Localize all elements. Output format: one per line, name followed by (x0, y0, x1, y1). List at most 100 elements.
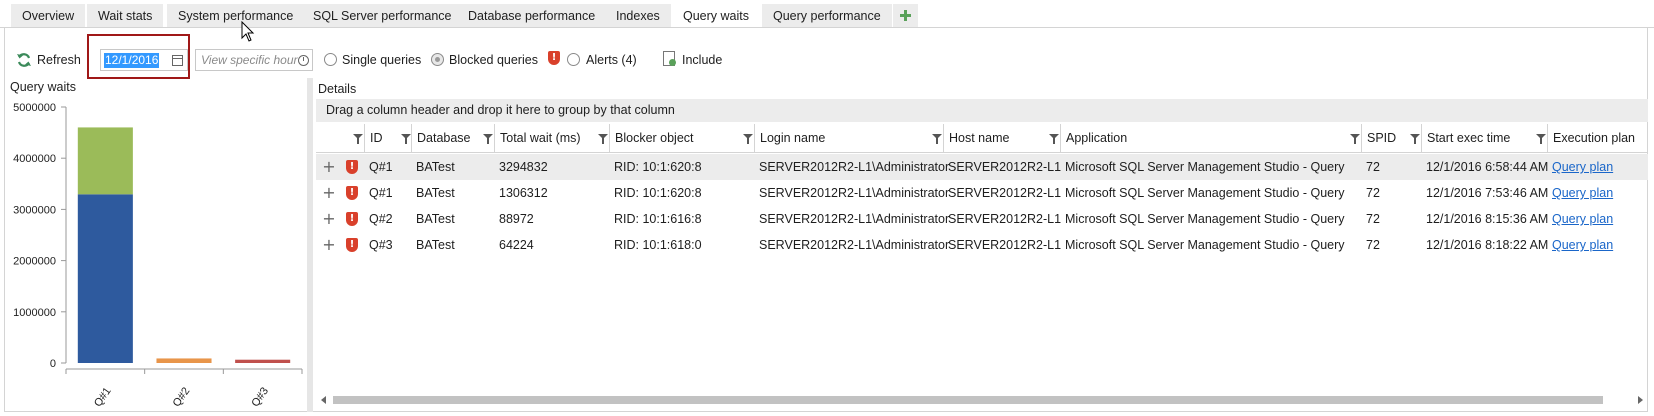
cell-plan: Query plan (1547, 232, 1613, 258)
alerts-label[interactable]: Alerts (4) (586, 50, 637, 70)
y-tick-label: 3000000 (13, 204, 56, 216)
tab-system-performance[interactable]: System performance (167, 4, 305, 27)
cell-application: Microsoft SQL Server Management Studio -… (1065, 160, 1345, 174)
table-row[interactable]: + Q#2 BATest 88972 RID: 10:1:616:8 SERVER2012… (316, 206, 1648, 232)
cell-total-wait: 64224 (499, 238, 534, 252)
column-header-spid[interactable]: SPID (1361, 124, 1421, 153)
date-value: 12/1/2016 (104, 53, 160, 68)
cell-database: BATest (416, 186, 455, 200)
horizontal-scrollbar[interactable] (316, 394, 1648, 406)
y-tick-label: 4000000 (13, 153, 56, 165)
cell-blocker: RID: 10:1:620:8 (614, 160, 702, 174)
cell-blocker: RID: 10:1:618:0 (614, 238, 702, 252)
column-header-execution-plan[interactable]: Execution plan (1547, 124, 1648, 153)
column-header-blocker-object[interactable]: Blocker object (609, 124, 754, 153)
panel-splitter[interactable] (307, 78, 313, 412)
calendar-icon[interactable] (172, 55, 183, 66)
cell-host: SERVER2012R2-L1 (948, 186, 1062, 200)
details-panel-title: Details (318, 82, 357, 96)
single-queries-label[interactable]: Single queries (342, 50, 421, 70)
query-plan-link[interactable]: Query plan (1552, 186, 1613, 200)
cell-plan: Query plan (1547, 180, 1613, 206)
bar-Q3-segment-3 (235, 359, 291, 363)
query-plan-link[interactable]: Query plan (1552, 238, 1613, 252)
cell-application: Microsoft SQL Server Management Studio -… (1065, 238, 1345, 252)
query-plan-link[interactable]: Query plan (1552, 212, 1613, 226)
tab-query-waits[interactable]: Query waits (672, 4, 760, 29)
expand-plus-icon[interactable]: + (322, 185, 336, 201)
cell-login: SERVER2012R2-L1\Administrator (759, 186, 950, 200)
scroll-left-icon[interactable] (321, 396, 326, 404)
filter-icon[interactable] (353, 134, 363, 144)
table-row[interactable]: + Q#3 BATest 64224 RID: 10:1:618:0 SERVER2012… (316, 232, 1648, 258)
alerts-radio[interactable] (567, 53, 580, 66)
tab-sql-server-performance[interactable]: SQL Server performance (302, 4, 463, 27)
group-by-area[interactable]: Drag a column header and drop it here to… (316, 99, 1648, 122)
clock-icon[interactable] (298, 55, 309, 66)
include-icon[interactable] (663, 51, 676, 66)
y-tick-label: 1000000 (13, 307, 56, 319)
add-tab-button[interactable] (893, 4, 918, 27)
scroll-right-icon[interactable] (1638, 396, 1643, 404)
filter-icon (1536, 134, 1546, 144)
cell-id: Q#3 (369, 238, 393, 252)
column-header-database[interactable]: Database (411, 124, 494, 153)
filter-icon (1049, 134, 1059, 144)
bar-Q1-segment-0 (77, 194, 133, 363)
expand-plus-icon[interactable]: + (322, 159, 336, 175)
filter-icon (743, 134, 753, 144)
cell-spid: 72 (1366, 238, 1380, 252)
y-tick-label: 0 (50, 358, 56, 370)
column-header-host-name[interactable]: Host name (943, 124, 1060, 153)
cell-application: Microsoft SQL Server Management Studio -… (1065, 212, 1345, 226)
cell-spid: 72 (1366, 212, 1380, 226)
column-header-id[interactable]: ID (364, 124, 411, 153)
blocked-queries-label[interactable]: Blocked queries (449, 50, 538, 70)
filter-icon (483, 134, 493, 144)
cell-host: SERVER2012R2-L1 (948, 212, 1062, 226)
column-header-start-exec-time[interactable]: Start exec time (1421, 124, 1547, 153)
refresh-button[interactable]: Refresh (37, 50, 81, 70)
shield-alert-icon (346, 212, 358, 226)
cell-id: Q#2 (369, 212, 393, 226)
cell-login: SERVER2012R2-L1\Administrator (759, 238, 950, 252)
query-plan-link[interactable]: Query plan (1552, 160, 1613, 174)
x-tick-label: Q#3 (249, 385, 271, 409)
tab-indexes[interactable]: Indexes (605, 4, 671, 27)
cell-total-wait: 88972 (499, 212, 534, 226)
include-button[interactable]: Include (682, 50, 722, 70)
column-header-application[interactable]: Application (1060, 124, 1361, 153)
cell-plan: Query plan (1547, 206, 1613, 232)
cell-plan: Query plan (1547, 154, 1613, 180)
cell-blocker: RID: 10:1:620:8 (614, 186, 702, 200)
tab-database-performance[interactable]: Database performance (457, 4, 607, 27)
cell-host: SERVER2012R2-L1 (948, 238, 1062, 252)
y-tick-label: 5000000 (13, 102, 56, 114)
hour-placeholder: View specific hour (201, 53, 298, 67)
tab-overview[interactable]: Overview (11, 4, 86, 27)
tab-wait-stats[interactable]: Wait stats (87, 4, 164, 27)
filter-icon (1410, 134, 1420, 144)
expand-plus-icon[interactable]: + (322, 211, 336, 227)
cell-application: Microsoft SQL Server Management Studio -… (1065, 186, 1345, 200)
column-header-login-name[interactable]: Login name (754, 124, 943, 153)
column-header-total-wait[interactable]: Total wait (ms) (494, 124, 609, 153)
cell-blocker: RID: 10:1:616:8 (614, 212, 702, 226)
tab-query-performance[interactable]: Query performance (762, 4, 892, 27)
single-queries-radio[interactable] (324, 53, 337, 66)
bar-Q2-segment-2 (156, 358, 212, 363)
table-row[interactable]: + Q#1 BATest 3294832 RID: 10:1:620:8 SERVER20… (316, 154, 1648, 180)
hour-picker[interactable]: View specific hour (195, 49, 313, 71)
mouse-cursor-icon (241, 21, 255, 42)
scroll-thumb[interactable] (333, 396, 1603, 404)
cell-start: 12/1/2016 8:18:22 AM (1426, 238, 1549, 252)
bar-Q1-segment-1 (77, 127, 133, 195)
date-picker[interactable]: 12/1/2016 (100, 49, 188, 71)
refresh-icon[interactable] (16, 52, 32, 68)
expand-plus-icon[interactable]: + (322, 237, 336, 253)
shield-alert-icon (346, 186, 358, 200)
table-row[interactable]: + Q#1 BATest 1306312 RID: 10:1:620:8 SERVER20… (316, 180, 1648, 206)
grid-header: ID Database Total wait (ms) Blocker obje… (316, 124, 1648, 153)
blocked-queries-radio[interactable] (431, 53, 444, 66)
cell-total-wait: 1306312 (499, 186, 548, 200)
